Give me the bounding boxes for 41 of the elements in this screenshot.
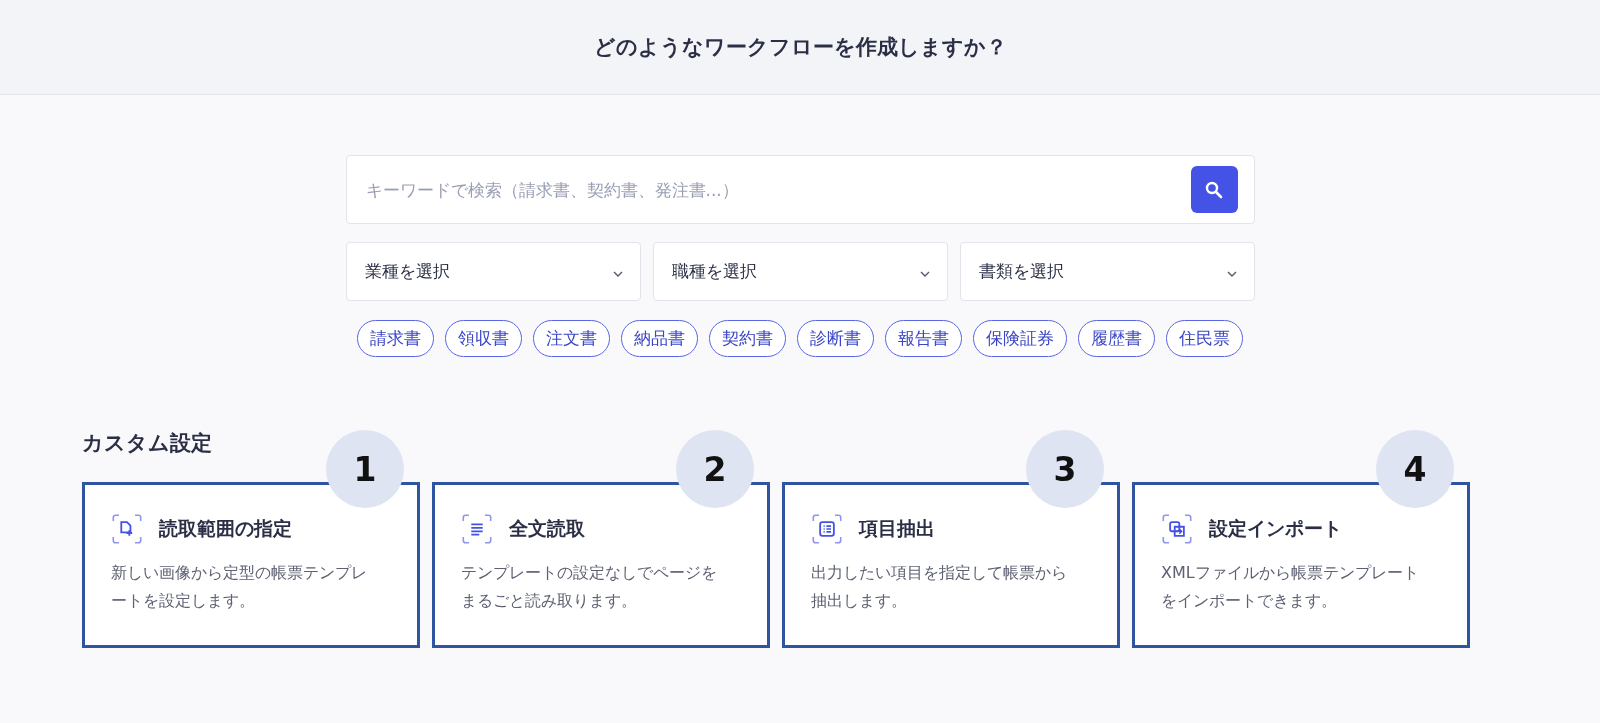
tag-chip[interactable]: 履歴書 [1078, 320, 1155, 357]
tag-chip[interactable]: 納品書 [621, 320, 698, 357]
chevron-down-icon [918, 269, 931, 278]
step-number: 1 [326, 430, 404, 508]
card-description: 出力したい項目を指定して帳票から抽出します。 [811, 562, 1068, 612]
step-number: 4 [1376, 430, 1454, 508]
workflow-card[interactable]: 全文読取 テンプレートの設定なしでページをまるごと読み取ります。 [432, 482, 770, 648]
tag-chip[interactable]: 住民票 [1166, 320, 1243, 357]
copy-arrow-icon [1161, 513, 1193, 545]
tag-chip[interactable]: 報告書 [885, 320, 962, 357]
search-button[interactable] [1190, 166, 1238, 213]
chevron-down-icon [1225, 269, 1238, 278]
workflow-card[interactable]: 設定インポート XMLファイルから帳票テンプレートをインポートできます。 [1132, 482, 1470, 648]
section-title: カスタム設定 [82, 430, 213, 457]
tag-chip[interactable]: 契約書 [709, 320, 786, 357]
card-description: XMLファイルから帳票テンプレートをインポートできます。 [1161, 562, 1420, 612]
step-number: 3 [1026, 430, 1104, 508]
dropdown[interactable]: 職種を選択 [652, 242, 948, 301]
dropdown[interactable]: 業種を選択 [345, 242, 641, 301]
tag-chip[interactable]: 領収書 [445, 320, 522, 357]
chevron-down-icon [611, 269, 624, 278]
tag-chip[interactable]: 診断書 [797, 320, 874, 357]
step-number: 2 [676, 430, 754, 508]
document-plus-icon [111, 513, 143, 545]
text-lines-icon [461, 513, 493, 545]
search-field[interactable]: キーワードで検索（請求書、契約書、発注書...） [345, 155, 1255, 224]
tag-chip[interactable]: 保険証券 [973, 320, 1067, 357]
card-description: 新しい画像から定型の帳票テンプレートを設定します。 [111, 562, 368, 612]
page-title: どのようなワークフローを作成しますか？ [593, 34, 1007, 61]
search-icon [1205, 180, 1223, 199]
card-description: テンプレートの設定なしでページをまるごと読み取ります。 [461, 562, 718, 612]
workflow-card[interactable]: 読取範囲の指定 新しい画像から定型の帳票テンプレートを設定します。 [82, 482, 420, 648]
card-title: 全文読取 [509, 516, 585, 541]
dropdown[interactable]: 書類を選択 [959, 242, 1255, 301]
tag-chip[interactable]: 注文書 [533, 320, 610, 357]
card-title: 項目抽出 [859, 516, 935, 541]
list-icon [811, 513, 843, 545]
workflow-card[interactable]: 項目抽出 出力したい項目を指定して帳票から抽出します。 [782, 482, 1120, 648]
tag-chip[interactable]: 請求書 [357, 320, 434, 357]
card-title: 読取範囲の指定 [159, 516, 292, 541]
card-title: 設定インポート [1209, 516, 1342, 541]
